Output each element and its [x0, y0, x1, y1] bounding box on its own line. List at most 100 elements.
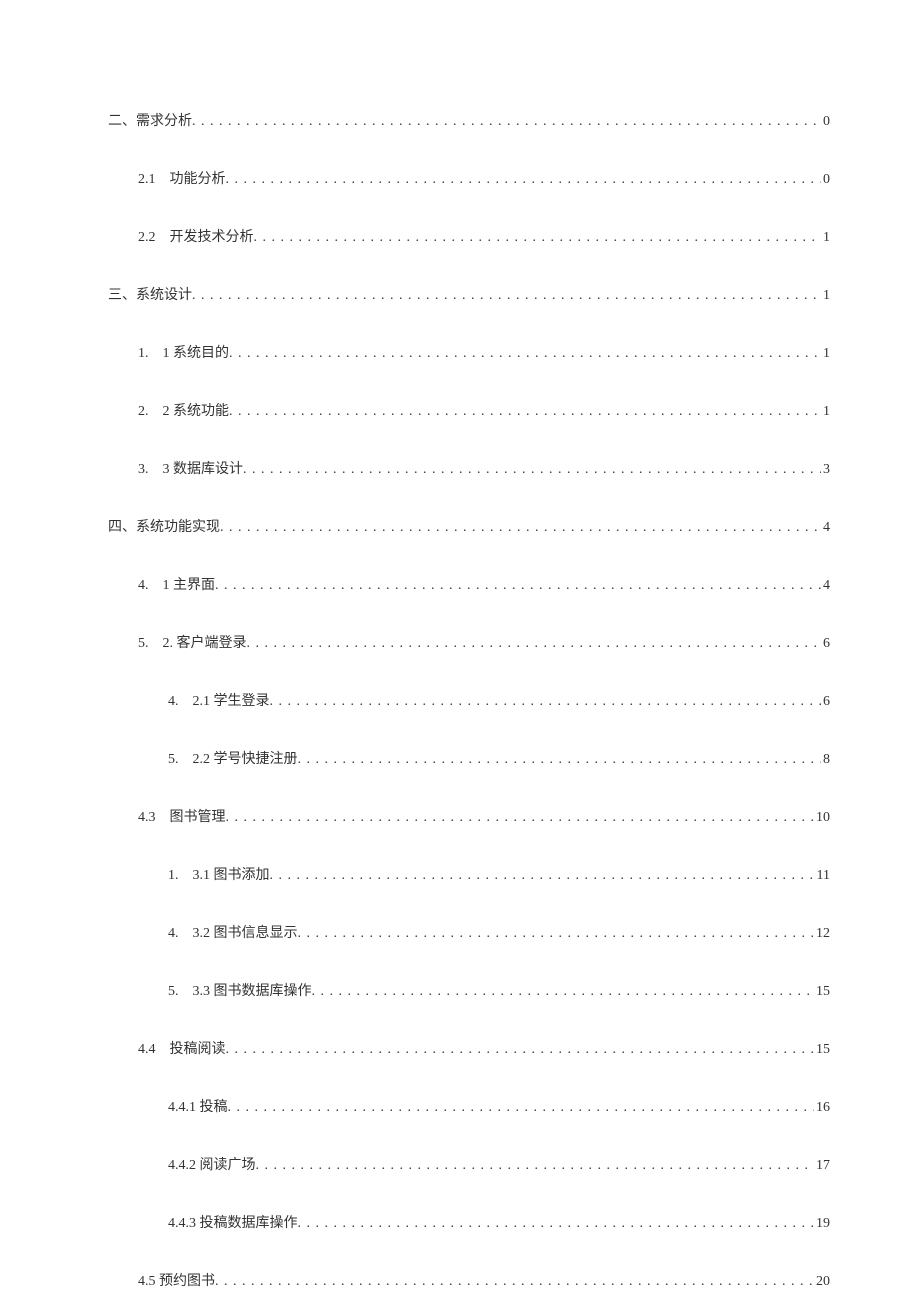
toc-leader-dots [229, 404, 821, 420]
toc-entry-label: 3.1 图书添加 [193, 864, 270, 884]
toc-entry[interactable]: 4.4.1 投稿 16 [108, 1096, 830, 1116]
toc-entry-label: 2 系统功能 [163, 400, 230, 420]
toc-entry-number: 4. [138, 578, 149, 594]
toc-entry-gap [156, 226, 170, 246]
toc-entry-label: 1 主界面 [163, 574, 216, 594]
toc-entry-number: 4. [168, 694, 179, 710]
toc-entry-page: 0 [821, 172, 830, 188]
toc-entry-gap [179, 748, 193, 768]
toc-entry[interactable]: 4.4.3 投稿数据库操作 19 [108, 1212, 830, 1232]
toc-entry-label: 4.4.2 阅读广场 [168, 1154, 256, 1174]
toc-entry-page: 10 [814, 810, 830, 826]
toc-entry-page: 8 [821, 752, 830, 768]
toc-entry-number: 1. [138, 346, 149, 362]
toc-entry-gap [179, 980, 193, 1000]
toc-entry-page: 17 [814, 1158, 830, 1174]
toc-entry-label: 2.1 学生登录 [193, 690, 270, 710]
toc-entry-label: 3 数据库设计 [163, 458, 244, 478]
toc-leader-dots [226, 810, 815, 826]
toc-entry[interactable]: 四、系统功能实现4 [108, 516, 830, 536]
toc-entry-page: 1 [821, 288, 830, 304]
toc-entry-gap [156, 806, 170, 826]
toc-entry[interactable]: 5. 3.3 图书数据库操作 15 [108, 980, 830, 1000]
toc-entry-gap [156, 168, 170, 188]
toc-leader-dots [298, 752, 822, 768]
toc-entry-page: 0 [821, 114, 830, 130]
toc-entry-page: 4 [821, 578, 830, 594]
toc-leader-dots [254, 230, 822, 246]
toc-entry-number: 2.1 [138, 172, 156, 188]
toc-entry-number: 4.3 [138, 810, 156, 826]
toc-leader-dots [228, 1100, 815, 1116]
toc-entry[interactable]: 5. 2. 客户端登录 6 [108, 632, 830, 652]
toc-entry-label: 3.2 图书信息显示 [193, 922, 298, 942]
toc-entry-gap [179, 690, 193, 710]
toc-entry-page: 20 [814, 1274, 830, 1290]
toc-entry-number: 4. [168, 926, 179, 942]
toc-entry-label: 系统设计 [136, 284, 192, 304]
toc-entry-gap [149, 458, 163, 478]
toc-entry[interactable]: 2.1 功能分析 0 [108, 168, 830, 188]
toc-entry-page: 11 [815, 868, 830, 884]
toc-entry-gap [149, 400, 163, 420]
toc-leader-dots [247, 636, 822, 652]
toc-entry-number: 3. [138, 462, 149, 478]
toc-entry-label: 1 系统目的 [163, 342, 230, 362]
toc-entry-number: 4.4 [138, 1042, 156, 1058]
toc-leader-dots [298, 1216, 815, 1232]
toc-leader-dots [270, 868, 815, 884]
toc-entry-gap [156, 1038, 170, 1058]
toc-leader-dots [226, 1042, 815, 1058]
toc-entry-page: 6 [821, 636, 830, 652]
toc-entry-label: 图书管理 [170, 806, 226, 826]
toc-leader-dots [215, 578, 821, 594]
toc-entry-gap [149, 574, 163, 594]
toc-entry[interactable]: 4.4 投稿阅读 15 [108, 1038, 830, 1058]
toc-entry[interactable]: 二、需求分析0 [108, 110, 830, 130]
toc-entry[interactable]: 4.4.2 阅读广场 17 [108, 1154, 830, 1174]
toc-entry-number: 1. [168, 868, 179, 884]
toc-entry-label: 需求分析 [136, 110, 192, 130]
toc-entry[interactable]: 3. 3 数据库设计 3 [108, 458, 830, 478]
toc-entry-label: 系统功能实现 [136, 516, 220, 536]
toc-entry[interactable]: 2. 2 系统功能 1 [108, 400, 830, 420]
toc-entry-label: 4.4.3 投稿数据库操作 [168, 1212, 298, 1232]
toc-entry-page: 1 [821, 230, 830, 246]
toc-entry[interactable]: 三、系统设计 1 [108, 284, 830, 304]
toc-entry[interactable]: 4. 2.1 学生登录 6 [108, 690, 830, 710]
toc-entry-label: 功能分析 [170, 168, 226, 188]
toc-entry-label: 3.3 图书数据库操作 [193, 980, 312, 1000]
toc-entry-gap [179, 922, 193, 942]
toc-leader-dots [298, 926, 815, 942]
toc-entry[interactable]: 4.3 图书管理 10 [108, 806, 830, 826]
toc-entry-label: 4.4.1 投稿 [168, 1096, 228, 1116]
toc-entry[interactable]: 4.5 预约图书 20 [108, 1270, 830, 1290]
toc-entry-page: 1 [821, 404, 830, 420]
toc-entry-page: 6 [821, 694, 830, 710]
toc-entry-number: 三、 [108, 284, 136, 304]
toc-entry-label: 2. 客户端登录 [163, 632, 247, 652]
toc-entry-label: 4.5 预约图书 [138, 1270, 215, 1290]
toc-entry-number: 5. [138, 636, 149, 652]
toc-entry-page: 12 [814, 926, 830, 942]
toc-leader-dots [192, 114, 821, 130]
toc-entry-label: 2.2 学号快捷注册 [193, 748, 298, 768]
toc-entry[interactable]: 2.2 开发技术分析1 [108, 226, 830, 246]
toc-entry-gap [149, 342, 163, 362]
toc-leader-dots [270, 694, 822, 710]
toc-entry-page: 16 [814, 1100, 830, 1116]
toc-entry-gap [179, 864, 193, 884]
toc-entry[interactable]: 1. 3.1 图书添加 11 [108, 864, 830, 884]
toc-entry[interactable]: 5. 2.2 学号快捷注册 8 [108, 748, 830, 768]
toc-leader-dots [220, 520, 821, 536]
toc-entry[interactable]: 1. 1 系统目的 1 [108, 342, 830, 362]
toc-entry-page: 1 [821, 346, 830, 362]
toc-entry-number: 5. [168, 984, 179, 1000]
toc-leader-dots [256, 1158, 815, 1174]
toc-entry-page: 19 [814, 1216, 830, 1232]
toc-entry-page: 15 [814, 984, 830, 1000]
toc-entry[interactable]: 4. 1 主界面 4 [108, 574, 830, 594]
toc-entry-gap [149, 632, 163, 652]
toc-entry[interactable]: 4. 3.2 图书信息显示 12 [108, 922, 830, 942]
toc-entry-page: 15 [814, 1042, 830, 1058]
